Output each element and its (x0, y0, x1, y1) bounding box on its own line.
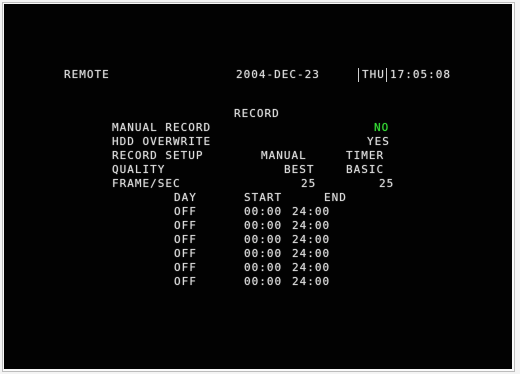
schedule-row-start[interactable]: 00:00 (244, 219, 282, 233)
date-display: 2004-DEC-23 (236, 68, 320, 81)
schedule-row-day[interactable]: OFF (174, 219, 197, 233)
schedule-row-end[interactable]: 24:00 (292, 205, 330, 219)
record-setup-manual-header: MANUAL (261, 149, 307, 162)
schedule-end-header: END (324, 191, 347, 204)
schedule-day-header: DAY (174, 191, 197, 204)
quality-label: QUALITY (112, 163, 166, 176)
schedule-row-end[interactable]: 24:00 (292, 275, 330, 289)
schedule-row-day[interactable]: OFF (174, 233, 197, 247)
schedule-row-start[interactable]: 00:00 (244, 261, 282, 275)
header-divider (358, 68, 359, 82)
hdd-overwrite-label: HDD OVERWRITE (112, 135, 212, 148)
schedule-row-start[interactable]: 00:00 (244, 205, 282, 219)
schedule-start-header: START (244, 191, 283, 204)
schedule-row-day[interactable]: OFF (174, 261, 197, 275)
schedule-row-end[interactable]: 24:00 (292, 219, 330, 233)
dvr-osd-screen: REMOTE 2004-DEC-23 THU 17:05:08 RECORD M… (4, 4, 512, 369)
frame-sec-manual-value[interactable]: 25 (301, 177, 316, 191)
schedule-row-day[interactable]: OFF (174, 275, 197, 289)
quality-timer-value[interactable]: BASIC (346, 163, 384, 177)
menu-title: RECORD (234, 107, 280, 120)
schedule-row-end[interactable]: 24:00 (292, 247, 330, 261)
schedule-row-end[interactable]: 24:00 (292, 233, 330, 247)
frame-sec-timer-value[interactable]: 25 (379, 177, 394, 191)
remote-label: REMOTE (64, 68, 110, 81)
hdd-overwrite-value[interactable]: YES (367, 135, 390, 149)
schedule-row-day[interactable]: OFF (174, 247, 197, 261)
schedule-row-start[interactable]: 00:00 (244, 275, 282, 289)
record-setup-timer-header: TIMER (346, 149, 385, 162)
weekday-display: THU (362, 68, 385, 81)
manual-record-label: MANUAL RECORD (112, 121, 212, 134)
record-setup-label: RECORD SETUP (112, 149, 204, 162)
schedule-row-day[interactable]: OFF (174, 205, 197, 219)
header-divider (386, 68, 387, 82)
schedule-row-start[interactable]: 00:00 (244, 233, 282, 247)
schedule-row-start[interactable]: 00:00 (244, 247, 282, 261)
quality-manual-value[interactable]: BEST (284, 163, 315, 177)
time-display: 17:05:08 (390, 68, 451, 81)
frame-sec-label: FRAME/SEC (112, 177, 181, 190)
schedule-row-end[interactable]: 24:00 (292, 261, 330, 275)
manual-record-value[interactable]: NO (374, 121, 389, 135)
